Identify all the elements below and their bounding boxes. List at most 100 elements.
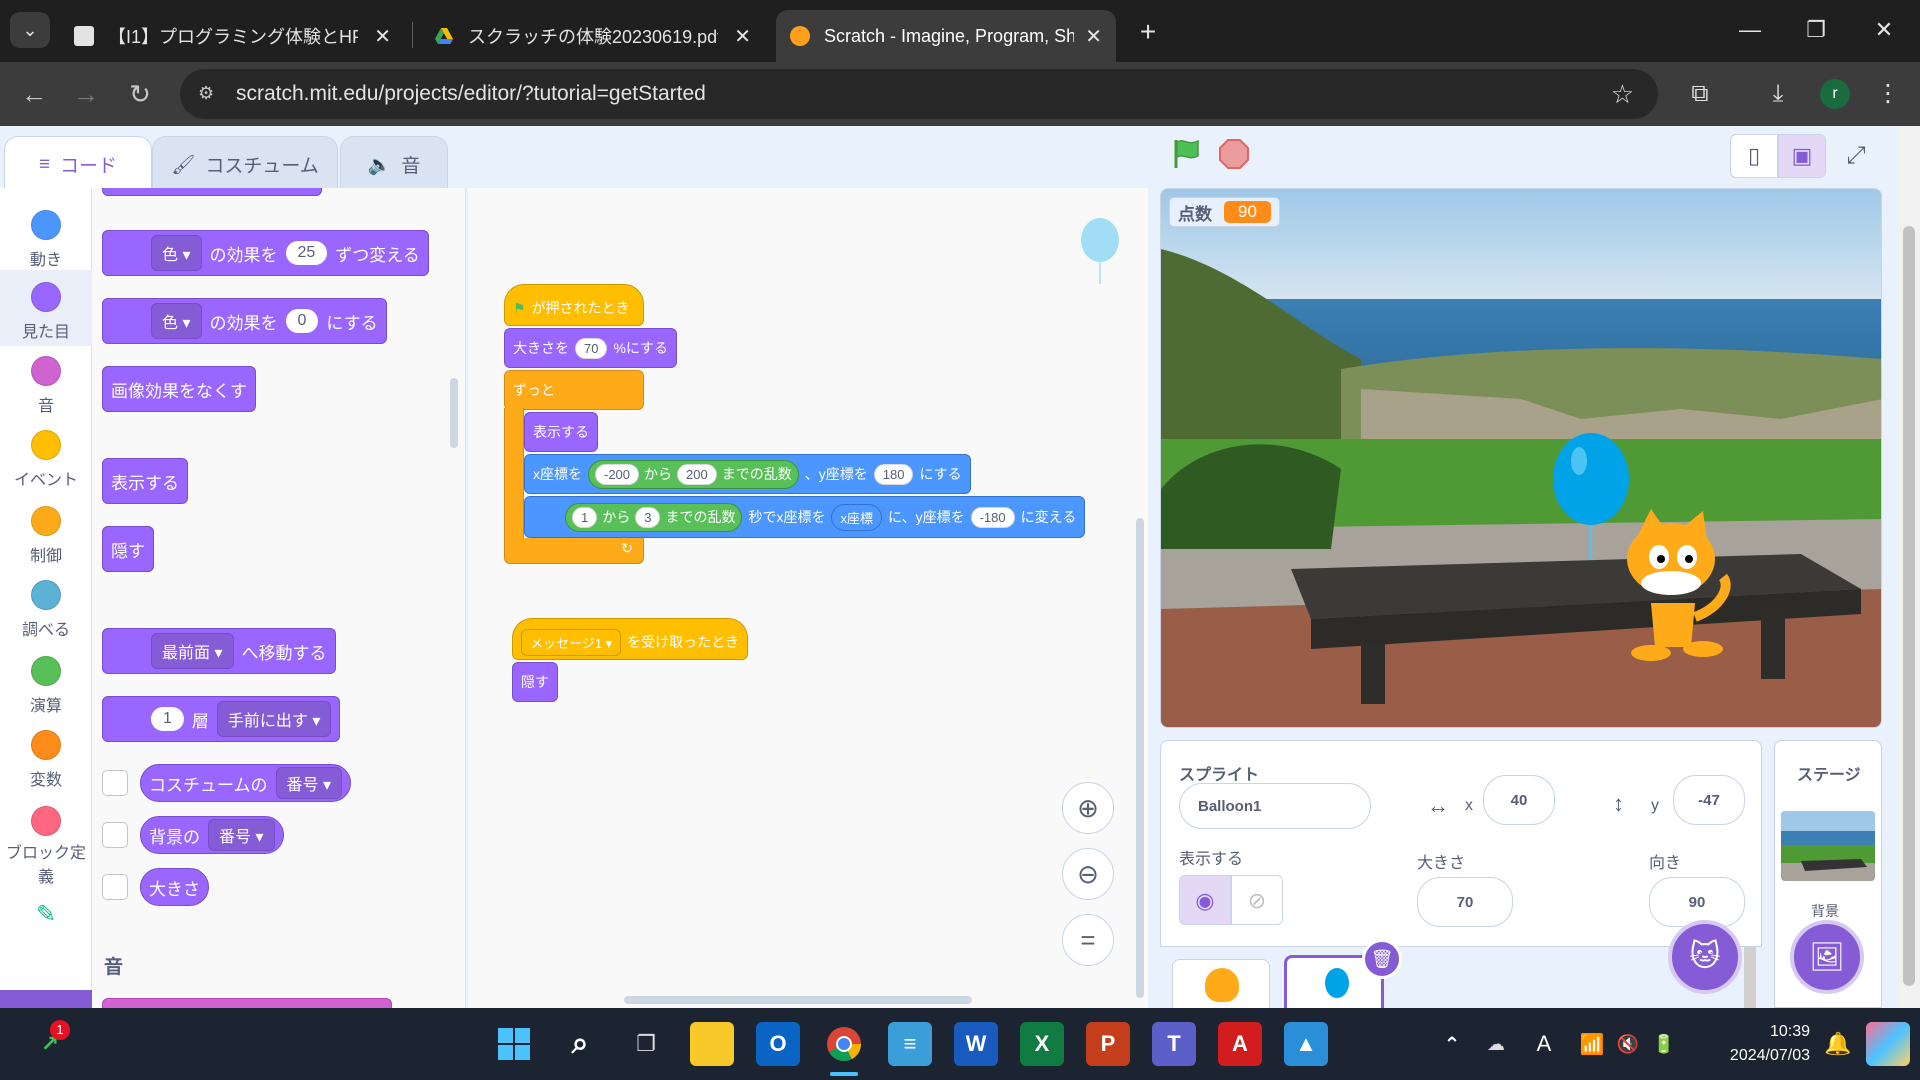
category-control[interactable]: 制御 bbox=[0, 494, 92, 568]
block-change-effect[interactable]: 色 の効果を 25 ずつ変える bbox=[102, 230, 429, 276]
new-tab-button[interactable]: + bbox=[1130, 14, 1166, 50]
reload-icon[interactable]: ↻ bbox=[122, 76, 158, 112]
layers-input[interactable]: 1 bbox=[151, 707, 184, 731]
x-position-input[interactable]: 40 bbox=[1483, 775, 1555, 825]
stage-backdrop-thumbnail[interactable] bbox=[1781, 811, 1875, 881]
sprite-list-scrollbar[interactable] bbox=[1744, 947, 1756, 1009]
cat-sprite[interactable] bbox=[1611, 507, 1737, 667]
reporter-backdrop[interactable]: 背景の 番号 bbox=[140, 816, 284, 854]
zoom-reset-button[interactable]: = bbox=[1062, 914, 1114, 966]
reporter-costume[interactable]: コスチュームの 番号 bbox=[140, 764, 351, 802]
category-variables[interactable]: 変数 bbox=[0, 718, 92, 794]
powerpoint-icon[interactable]: P bbox=[1086, 1022, 1130, 1066]
zoom-out-button[interactable]: ⊖ bbox=[1062, 848, 1114, 900]
browser-tab-3[interactable]: Scratch - Imagine, Program, Sha ✕ bbox=[776, 10, 1116, 62]
when-receive-message-hat[interactable]: メッセージ1 を受け取ったとき bbox=[512, 618, 749, 660]
excel-icon[interactable]: X bbox=[1020, 1022, 1064, 1066]
backdrop-dropdown[interactable]: 番号 bbox=[208, 819, 275, 851]
notepad-icon[interactable]: ≡ bbox=[888, 1022, 932, 1066]
y-input[interactable]: 180 bbox=[873, 463, 914, 485]
block-show[interactable]: 表示する bbox=[102, 458, 188, 504]
random-to-input[interactable]: 3 bbox=[635, 506, 661, 528]
notification-bell-icon[interactable]: 🔔 bbox=[1816, 1022, 1860, 1066]
close-icon[interactable]: ✕ bbox=[1085, 24, 1102, 49]
small-stage-button[interactable]: ▯ bbox=[1730, 134, 1778, 178]
effect-value-input[interactable]: 25 bbox=[285, 241, 328, 265]
restore-icon[interactable]: ❐ bbox=[1796, 12, 1836, 48]
pick-random-reporter[interactable]: -200 から 200 までの乱数 bbox=[588, 459, 799, 489]
back-icon[interactable]: ← bbox=[16, 76, 52, 112]
show-hidden-toggle[interactable]: ⊘ bbox=[1231, 875, 1283, 925]
when-flag-clicked-hat[interactable]: ⚑ が押されたとき bbox=[504, 284, 644, 326]
code-workspace[interactable]: ⚑ が押されたとき 大きさを 70 %にする ずっと 表示する x座標を -20… bbox=[468, 188, 1148, 1008]
acrobat-icon[interactable]: A bbox=[1218, 1022, 1262, 1066]
show-visible-toggle[interactable]: ◉ bbox=[1179, 875, 1231, 925]
chrome-icon[interactable] bbox=[822, 1022, 866, 1066]
block-sound-partial[interactable] bbox=[102, 998, 392, 1008]
tab-costumes[interactable]: 🖌 コスチューム bbox=[152, 136, 338, 192]
forward-icon[interactable]: → bbox=[68, 76, 104, 112]
category-motion[interactable]: 動き bbox=[0, 200, 92, 270]
hide-block[interactable]: 隠す bbox=[512, 662, 558, 702]
site-info-icon[interactable]: ⚙ bbox=[198, 83, 220, 105]
direction-input[interactable]: 90 bbox=[1649, 877, 1745, 927]
stop-button[interactable] bbox=[1218, 138, 1250, 170]
effect-value-input[interactable]: 0 bbox=[285, 309, 319, 333]
profile-avatar[interactable]: r bbox=[1820, 79, 1850, 109]
set-size-block[interactable]: 大きさを 70 %にする bbox=[504, 328, 678, 368]
page-scrollbar[interactable] bbox=[1898, 126, 1920, 1008]
green-flag-button[interactable] bbox=[1168, 136, 1204, 172]
size-reporter-checkbox[interactable] bbox=[102, 874, 128, 900]
workspace-scrollbar-v[interactable] bbox=[1136, 518, 1144, 998]
costume-reporter-checkbox[interactable] bbox=[102, 770, 128, 796]
close-window-icon[interactable]: ✕ bbox=[1864, 12, 1904, 48]
category-my-blocks[interactable]: ブロック定義 bbox=[0, 794, 92, 890]
category-sound[interactable]: 音 bbox=[0, 346, 92, 420]
stage[interactable]: 点数 90 bbox=[1160, 188, 1882, 728]
random-to-input[interactable]: 200 bbox=[677, 463, 717, 485]
large-stage-button[interactable]: ▣ bbox=[1778, 134, 1826, 178]
random-from-input[interactable]: 1 bbox=[572, 506, 598, 528]
file-explorer-icon[interactable] bbox=[690, 1022, 734, 1066]
variable-monitor[interactable]: 点数 90 bbox=[1169, 197, 1280, 227]
block-hide[interactable]: 隠す bbox=[102, 526, 154, 572]
size-input[interactable]: 70 bbox=[1417, 877, 1513, 927]
page-scrollbar-thumb[interactable] bbox=[1903, 226, 1915, 986]
search-icon[interactable]: ⌕ bbox=[558, 1022, 602, 1066]
palette-scrollbar[interactable] bbox=[450, 378, 458, 448]
block-go-to-layer[interactable]: 最前面 へ移動する bbox=[102, 628, 336, 674]
start-windows-icon[interactable] bbox=[492, 1022, 536, 1066]
outlook-icon[interactable]: O bbox=[756, 1022, 800, 1066]
ime-icon[interactable]: A bbox=[1522, 1022, 1566, 1066]
glide-to-xy-block[interactable]: 1 から 3 までの乱数 秒でx座標を x座標 に、y座標を -180 に変える bbox=[524, 496, 1086, 538]
block-set-effect[interactable]: 色 の効果を 0 にする bbox=[102, 298, 387, 344]
add-sprite-button[interactable]: 🐱 bbox=[1668, 920, 1742, 994]
minimize-icon[interactable]: — bbox=[1730, 12, 1770, 48]
address-bar[interactable]: ⚙ scratch.mit.edu/projects/editor/?tutor… bbox=[180, 69, 1658, 119]
word-icon[interactable]: W bbox=[954, 1022, 998, 1066]
category-events[interactable]: イベント bbox=[0, 420, 92, 494]
task-view-icon[interactable]: ❐ bbox=[624, 1022, 668, 1066]
close-icon[interactable]: ✕ bbox=[734, 24, 751, 49]
download-icon[interactable]: ⤓ bbox=[1760, 76, 1796, 112]
zoom-in-button[interactable]: ⊕ bbox=[1062, 782, 1114, 834]
url-text[interactable]: scratch.mit.edu/projects/editor/?tutoria… bbox=[236, 82, 706, 106]
chevron-up-icon[interactable]: ⌃ bbox=[1430, 1022, 1474, 1066]
size-input[interactable]: 70 bbox=[575, 337, 608, 359]
delete-sprite-button[interactable]: 🗑 bbox=[1362, 939, 1402, 979]
menu-kebab-icon[interactable]: ⋮ bbox=[1870, 76, 1906, 112]
photos-icon[interactable]: ▲ bbox=[1284, 1022, 1328, 1066]
block-go-layers[interactable]: 1 層 手前に出す bbox=[102, 696, 341, 742]
tab-search-button[interactable]: ⌄ bbox=[10, 12, 50, 48]
forever-block[interactable]: ずっと bbox=[504, 370, 644, 410]
x-position-reporter[interactable]: x座標 bbox=[831, 503, 882, 531]
close-icon[interactable]: ✕ bbox=[374, 24, 391, 49]
message-dropdown[interactable]: メッセージ1 bbox=[521, 628, 622, 656]
bookmark-star-icon[interactable]: ☆ bbox=[1611, 79, 1634, 110]
battery-icon[interactable]: 🔋 bbox=[1642, 1022, 1686, 1066]
block-top-partial[interactable] bbox=[102, 188, 322, 196]
direction-dropdown[interactable]: 手前に出す bbox=[216, 701, 332, 737]
onedrive-icon[interactable]: ☁ bbox=[1474, 1022, 1518, 1066]
layer-dropdown[interactable]: 最前面 bbox=[151, 633, 234, 669]
reporter-size[interactable]: 大きさ bbox=[140, 868, 209, 906]
